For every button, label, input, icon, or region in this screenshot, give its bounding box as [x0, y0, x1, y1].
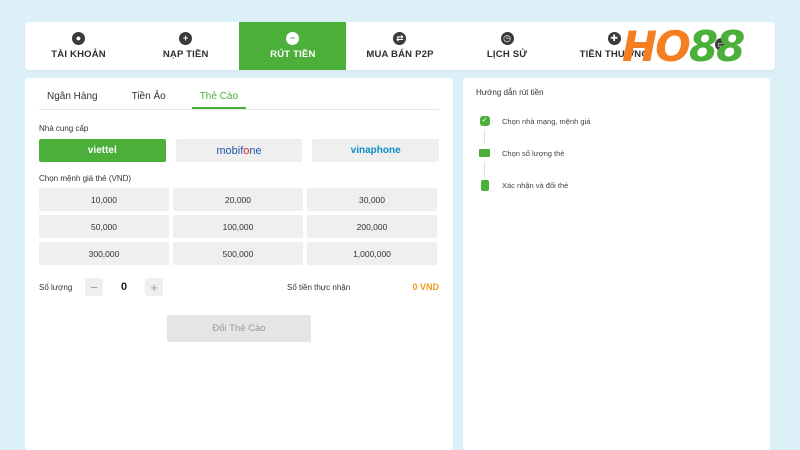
- received-amount-label: Số tiền thực nhận: [287, 282, 351, 292]
- tab-label: MUA BÁN P2P: [366, 49, 434, 60]
- provider-vinaphone-label: vinaphone: [350, 145, 401, 156]
- withdraw-panel: Ngân Hàng Tiền Ảo Thẻ Cào Nhà cung cấp v…: [25, 78, 453, 450]
- tab-label: RÚT TIỀN: [270, 49, 316, 60]
- user-icon: ●: [72, 32, 86, 45]
- guide-step-text: Chọn số lượng thẻ: [502, 148, 565, 158]
- tab-label: NẠP TIỀN: [162, 49, 209, 60]
- logo-88: 88: [688, 21, 745, 71]
- tab-label: LỊCH SỬ: [486, 49, 528, 60]
- denomination-label: Chọn mệnh giá thẻ (VND): [39, 174, 132, 183]
- quantity-label: Số lượng: [39, 282, 73, 292]
- denomination-option[interactable]: 300,000: [39, 242, 169, 265]
- denomination-option[interactable]: 20,000: [173, 188, 303, 211]
- phone-icon: [476, 176, 493, 194]
- guide-step-text: Chọn nhà mạng, mệnh giá: [502, 116, 591, 126]
- guide-title: Hướng dẫn rút tiền: [476, 88, 544, 97]
- denomination-option[interactable]: 10,000: [39, 188, 169, 211]
- exchange-card-button[interactable]: Đổi Thẻ Cào: [167, 315, 311, 342]
- provider-viettel-label: viettel: [87, 145, 117, 156]
- provider-mobifone-label: mobifone: [216, 144, 262, 157]
- card-icon: [476, 144, 493, 162]
- guide-steps: ✓ Chọn nhà mạng, mệnh giá Chọn số lượng …: [476, 105, 757, 201]
- provider-label: Nhà cung cấp: [39, 124, 89, 133]
- tab-p2p[interactable]: ⇄ MUA BÁN P2P: [346, 22, 453, 70]
- increase-button[interactable]: +: [145, 278, 163, 296]
- clock-icon: ◷: [500, 32, 514, 45]
- guide-panel: Hướng dẫn rút tiền ✓ Chọn nhà mạng, mệnh…: [463, 78, 770, 450]
- method-tabs: Ngân Hàng Tiền Ảo Thẻ Cào: [39, 78, 439, 110]
- denomination-option[interactable]: 500,000: [173, 242, 303, 265]
- subtab-bank[interactable]: Ngân Hàng: [39, 91, 106, 109]
- received-amount-value: 0 VND: [412, 282, 439, 292]
- guide-step-text: Xác nhận và đổi thẻ: [502, 180, 569, 190]
- tab-label: TÀI KHOẢN: [51, 49, 106, 60]
- tab-account[interactable]: ● TÀI KHOẢN: [25, 22, 132, 70]
- decrease-button[interactable]: −: [85, 278, 103, 296]
- plus-icon: +: [179, 32, 193, 45]
- denomination-option[interactable]: 1,000,000: [307, 242, 437, 265]
- denomination-option[interactable]: 100,000: [173, 215, 303, 238]
- minus-icon: −: [286, 32, 300, 45]
- guide-step: Xác nhận và đổi thẻ: [476, 169, 757, 201]
- exchange-icon: ⇄: [393, 32, 407, 45]
- tab-deposit[interactable]: + NẠP TIỀN: [132, 22, 239, 70]
- quantity-value[interactable]: 0: [103, 281, 145, 293]
- tab-history[interactable]: ◷ LỊCH SỬ: [454, 22, 561, 70]
- logo-ho: HO: [622, 21, 691, 71]
- denomination-option[interactable]: 30,000: [307, 188, 437, 211]
- quantity-row: Số lượng − 0 + Số tiền thực nhận 0 VND: [39, 277, 439, 297]
- check-icon: ✓: [476, 112, 493, 130]
- provider-vinaphone[interactable]: vinaphone: [312, 139, 440, 162]
- provider-viettel[interactable]: viettel: [39, 139, 166, 162]
- denomination-option[interactable]: 50,000: [39, 215, 169, 238]
- gift-icon: ✚: [607, 32, 621, 45]
- denomination-grid: 10,000 20,000 30,000 50,000 100,000 200,…: [39, 188, 439, 265]
- withdraw-screen: ● TÀI KHOẢN + NẠP TIỀN − RÚT TIỀN ⇄ MUA …: [25, 22, 775, 450]
- provider-list: viettel mobifone vinaphone: [39, 139, 440, 162]
- guide-step: Chọn số lượng thẻ: [476, 137, 757, 169]
- brand-logo: HO 88: [622, 21, 778, 71]
- subtab-crypto[interactable]: Tiền Ảo: [124, 91, 174, 109]
- provider-mobifone[interactable]: mobifone: [175, 139, 303, 162]
- subtab-card[interactable]: Thẻ Cào: [191, 91, 247, 109]
- denomination-option[interactable]: 200,000: [307, 215, 437, 238]
- tab-withdraw[interactable]: − RÚT TIỀN: [239, 22, 347, 70]
- guide-step: ✓ Chọn nhà mạng, mệnh giá: [476, 105, 757, 137]
